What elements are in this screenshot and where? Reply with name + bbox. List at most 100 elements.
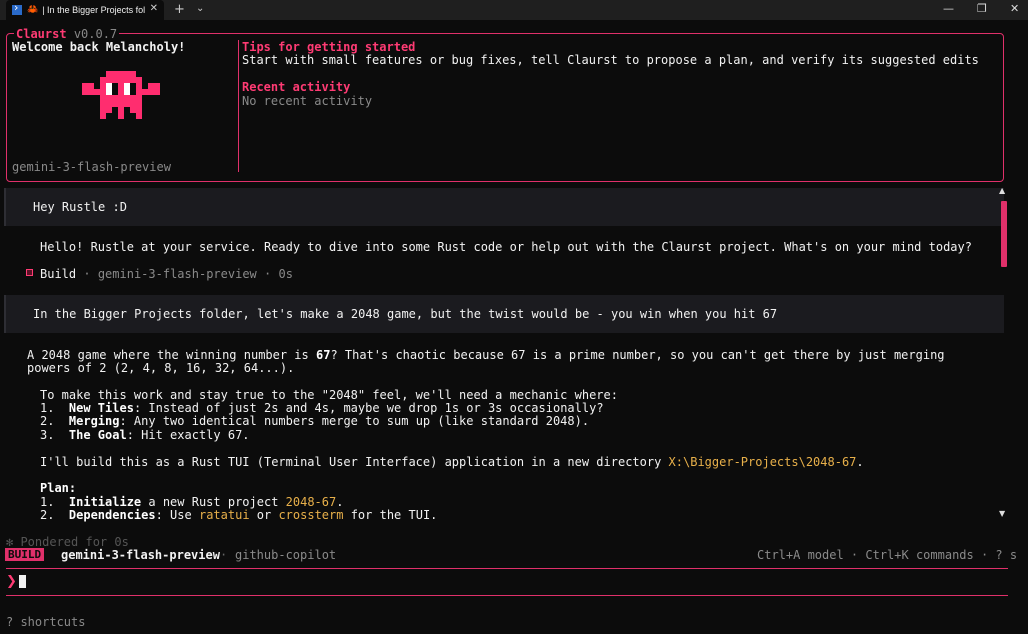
separator: · [83,267,91,281]
recent-activity-heading: Recent activity [242,80,351,94]
input-bottom-border [6,595,1008,596]
crab-icon: 🦀 [27,5,39,15]
pondered-status: ✻ Pondered for 0s [6,535,129,549]
text-bold: Initialize [68,495,142,509]
text-bold: 67 [315,348,331,362]
mode-badge: BUILD [5,548,45,561]
mascot-pixel [130,95,136,101]
panel-divider [238,40,239,172]
provider-name: github-copilot [235,548,337,562]
mascot-pixel [82,89,88,95]
user-message-text: Hey Rustle :D [33,200,127,214]
user-message: In the Bigger Projects folder, let's mak… [4,295,1004,333]
mascot-pixel [112,83,118,89]
title-bar: 🦀 | In the Bigger Projects fol ✕ + ⌄ — ❐… [0,0,1028,20]
welcome-greeting: Welcome back Melancholy! [12,40,186,54]
separator: · [220,548,228,562]
mascot-pixel [106,89,112,95]
mascot-pixel [100,77,106,83]
app-name: Claurst [16,27,67,41]
app-title: Claurst v0.0.7 [14,27,120,41]
active-model[interactable]: gemini-3-flash-preview [61,548,220,562]
text: for the TUI. [343,508,438,522]
mascot-pixel [136,107,142,113]
keyboard-hints: Ctrl+A model · Ctrl+K commands · ? s [757,548,1018,562]
list-number: 1. [40,495,55,509]
list-number: 3. [40,428,55,442]
mascot-pixel [130,83,136,89]
shortcuts-hint[interactable]: ? shortcuts [6,615,85,629]
mascot-pixel [100,89,106,95]
input-top-border [6,568,1008,569]
close-window-button[interactable]: ✕ [1010,2,1019,15]
prompt-input[interactable] [30,574,1000,590]
list-number: 2. [40,414,55,428]
mascot-pixel [130,77,136,83]
text: . [336,495,344,509]
mascot-pixel [154,89,160,95]
code-highlight: ratatui [198,508,250,522]
build-status-icon [26,269,33,276]
mascot-pixel [118,107,124,113]
text: : Any two identical numbers merge to sum… [119,414,590,428]
mascot-pixel [106,95,112,101]
text-bold: New Tiles [68,401,134,415]
text: or [249,508,279,522]
mascot-pixel [130,89,136,95]
assistant-line: To make this work and stay true to the "… [40,388,618,402]
mascot-pixel [136,77,142,83]
mascot-pixel [148,89,154,95]
scrollbar-thumb[interactable] [1001,201,1007,267]
mascot-pixel [106,77,112,83]
list-item: 2. Dependencies: Use ratatui or crosster… [40,508,437,522]
mascot-pixel [124,71,130,77]
tips-heading: Tips for getting started [242,40,416,54]
recent-activity-text: No recent activity [242,94,373,108]
scroll-up-icon[interactable]: ▲ [999,186,1005,195]
text-cursor [19,575,26,588]
mascot-pixel [118,95,124,101]
list-number: 2. [40,508,55,522]
terminal-tab[interactable]: 🦀 | In the Bigger Projects fol ✕ [6,0,164,20]
scroll-down-icon[interactable]: ▼ [999,509,1005,518]
mascot-pixel [148,83,154,89]
welcome-model: gemini-3-flash-preview [12,160,171,174]
mascot-pixel [118,83,124,89]
mascot-pixel [154,83,160,89]
new-tab-button[interactable]: + [174,2,185,17]
mascot-pixel [124,77,130,83]
tips-text: Start with small features or bug fixes, … [242,53,979,67]
mascot-pixel [130,101,136,107]
assistant-line: powers of 2 (2, 4, 8, 16, 32, 64...). [27,361,295,375]
list-item: 2. Merging: Any two identical numbers me… [40,414,589,428]
mascot-pixel [112,95,118,101]
mascot-pixel [136,101,142,107]
text: I'll build this as a Rust TUI (Terminal … [40,455,669,469]
mascot-pixel [100,101,106,107]
mascot-pixel [118,77,124,83]
text: A 2048 game where the winning number is [27,348,316,362]
mascot-pixel [100,113,106,119]
list-item: 3. The Goal: Hit exactly 67. [40,428,250,442]
mascot-pixel [136,89,142,95]
assistant-line: I'll build this as a Rust TUI (Terminal … [40,455,864,469]
turn-model: gemini-3-flash-preview [97,267,257,281]
mascot-pixel [136,83,142,89]
mascot-pixel [88,89,94,95]
text: . [856,455,864,469]
turn-status: Build · gemini-3-flash-preview · 0s [40,267,293,281]
minimize-button[interactable]: — [943,2,954,15]
list-number: 1. [40,401,55,415]
mascot-pixel [112,89,118,95]
tab-close-icon[interactable]: ✕ [150,3,158,14]
crab-mascot-icon [82,71,160,119]
mascot-pixel [118,71,124,77]
turn-mode: Build [40,267,77,281]
mascot-pixel [112,71,118,77]
mascot-pixel [100,95,106,101]
maximize-button[interactable]: ❐ [977,2,987,15]
code-highlight: crossterm [278,508,344,522]
separator: · [264,267,272,281]
tab-dropdown-icon[interactable]: ⌄ [196,3,204,14]
assistant-message-text: Hello! Rustle at your service. Ready to … [40,240,972,254]
